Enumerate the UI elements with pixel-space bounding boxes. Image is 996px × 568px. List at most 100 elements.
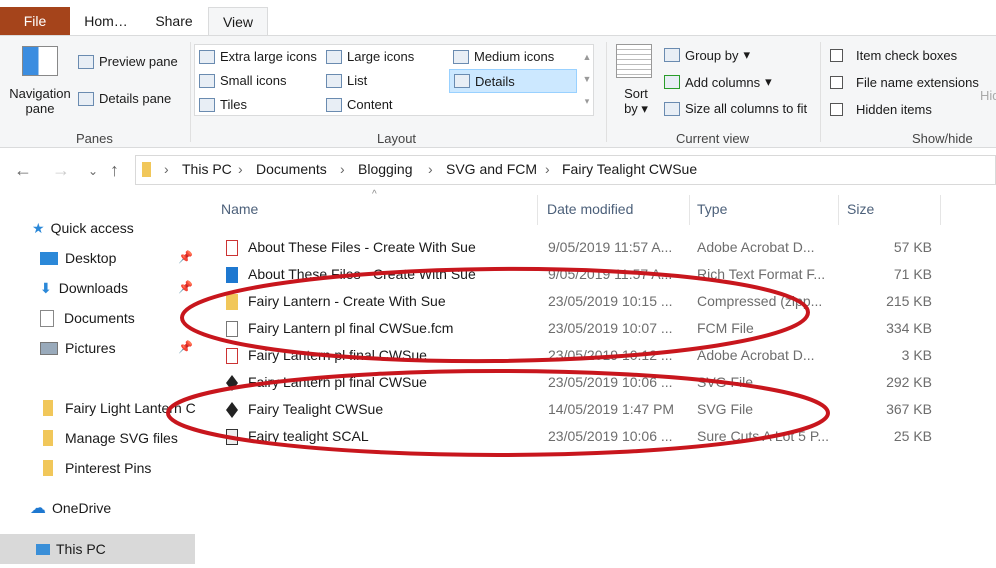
file-size: 3 KB <box>901 347 932 363</box>
tab-file[interactable]: File <box>0 7 70 35</box>
label: Fairy Light Lantern C <box>65 400 196 416</box>
navigation-pane-label: Navigation <box>9 86 71 101</box>
file-row[interactable]: About These Files - Create With Sue 9/05… <box>222 235 942 262</box>
label: Size all columns to fit <box>685 101 808 116</box>
file-row[interactable]: Fairy Lantern pl final CWSue 23/05/2019 … <box>222 343 942 370</box>
column-header-date[interactable]: Date modified <box>547 201 633 217</box>
file-size: 71 KB <box>893 266 932 282</box>
sidebar-item-pictures[interactable]: Pictures <box>40 335 116 361</box>
label: Item check boxes <box>856 48 958 63</box>
file-date: 9/05/2019 11:57 A... <box>548 239 673 255</box>
sidebar-item-documents[interactable]: Documents <box>40 305 135 331</box>
file-name: About These Files - Create With Sue <box>248 239 476 255</box>
label: Add columns <box>685 74 761 90</box>
file-row[interactable]: About These Files - Create With Sue 9/05… <box>222 262 942 289</box>
panes-group-label: Panes <box>76 131 113 146</box>
breadcrumb-item[interactable]: Documents <box>256 161 327 177</box>
forward-icon[interactable]: → <box>52 160 70 181</box>
add-columns-button[interactable]: Add columns ▾ <box>664 74 772 90</box>
hidden-items[interactable]: Hidden items <box>830 102 932 117</box>
details-pane-icon <box>78 91 94 106</box>
layout-list[interactable]: List <box>326 73 367 88</box>
list-icon <box>326 73 342 88</box>
file-name-extensions[interactable]: File name extensions <box>830 75 979 90</box>
documents-icon <box>40 309 54 327</box>
details-icon <box>454 74 470 88</box>
sidebar-item-this-pc[interactable]: This PC <box>0 534 195 564</box>
file-type: Adobe Acrobat D... <box>697 347 815 363</box>
sidebar-item-folder[interactable]: Manage SVG files <box>43 425 178 451</box>
layout-tiles[interactable]: Tiles <box>199 97 247 112</box>
sidebar-item-onedrive[interactable]: ☁ OneDrive <box>30 495 111 521</box>
pin-icon[interactable]: 📌 <box>178 250 193 264</box>
file-type: SVG File <box>697 374 754 390</box>
layout-medium-icons[interactable]: Medium icons <box>453 49 554 64</box>
tab-share[interactable]: Share <box>142 7 206 35</box>
navigation-pane-button[interactable]: Navigation pane <box>8 46 72 116</box>
sort-ascending-icon: ^ <box>372 189 377 200</box>
file-row[interactable]: Fairy Tealight CWSue 14/05/2019 1:47 PM … <box>222 397 942 424</box>
breadcrumb-item[interactable]: Blogging <box>358 161 413 177</box>
tab-home[interactable]: Hom… <box>72 7 140 35</box>
svg-icon <box>226 402 238 418</box>
pin-icon[interactable]: 📌 <box>178 340 193 354</box>
column-header-name[interactable]: Name <box>221 201 258 217</box>
sort-label2: by ▾ <box>624 101 648 116</box>
file-name: Fairy Lantern pl final CWSue <box>248 347 427 363</box>
pin-icon[interactable]: 📌 <box>178 280 193 294</box>
checkbox[interactable] <box>830 49 843 62</box>
sidebar-item-quick-access[interactable]: ★ Quick access <box>32 215 134 241</box>
file-name: Fairy Tealight CWSue <box>248 401 384 417</box>
file-size: 367 KB <box>886 401 932 417</box>
sidebar-item-downloads[interactable]: ⬇ Downloads <box>40 275 128 301</box>
size-all-columns-button[interactable]: Size all columns to fit <box>664 101 807 116</box>
sidebar-item-desktop[interactable]: Desktop <box>40 245 116 271</box>
checkbox[interactable] <box>830 103 843 116</box>
file-type: Sure Cuts A Lot 5 P... <box>697 428 830 444</box>
breadcrumb-item[interactable]: Fairy Tealight CWSue <box>562 161 697 177</box>
layout-large-icons[interactable]: Large icons <box>326 49 414 64</box>
layout-small-icons[interactable]: Small icons <box>199 73 286 88</box>
file-row[interactable]: Fairy Lantern pl final CWSue.fcm 23/05/2… <box>222 316 942 343</box>
layout-details[interactable]: Details <box>449 69 577 93</box>
breadcrumb-item[interactable]: This PC <box>182 161 232 177</box>
file-date: 23/05/2019 10:12 ... <box>548 347 673 363</box>
sidebar-item-folder[interactable]: Fairy Light Lantern C <box>43 395 196 421</box>
sort-icon <box>616 44 652 78</box>
file-row[interactable]: Fairy Lantern - Create With Sue 23/05/20… <box>222 289 942 316</box>
large-icons-icon <box>326 49 342 64</box>
file-type: Adobe Acrobat D... <box>697 239 815 255</box>
extra-large-icons-icon <box>199 49 215 64</box>
hide-selected-button[interactable]: Hid <box>980 88 996 103</box>
file-size: 57 KB <box>893 239 932 255</box>
file-row[interactable]: Fairy Lantern pl final CWSue 23/05/2019 … <box>222 370 942 397</box>
layout-content[interactable]: Content <box>326 97 393 112</box>
sidebar-item-folder[interactable]: Pinterest Pins <box>43 455 151 481</box>
label: Pinterest Pins <box>65 460 152 476</box>
item-check-boxes[interactable]: Item check boxes <box>830 48 957 63</box>
zip-icon <box>226 294 238 310</box>
tab-view[interactable]: View <box>208 7 268 36</box>
column-header-type[interactable]: Type <box>697 201 727 217</box>
layout-extra-large-icons[interactable]: Extra large icons <box>199 49 317 64</box>
group-by-button[interactable]: Group by ▾ <box>664 47 750 63</box>
file-size: 292 KB <box>886 374 932 390</box>
breadcrumb-item[interactable]: SVG and FCM <box>446 161 537 177</box>
label: OneDrive <box>52 500 112 516</box>
file-row[interactable]: Fairy tealight SCAL 23/05/2019 10:06 ...… <box>222 424 942 451</box>
details-pane-button[interactable]: Details pane <box>78 91 171 106</box>
navigation-pane-icon <box>22 46 58 76</box>
checkbox[interactable] <box>830 76 843 89</box>
sort-by-button[interactable]: Sort by ▾ <box>616 44 656 117</box>
preview-pane-button[interactable]: Preview pane <box>78 54 178 69</box>
column-header-size[interactable]: Size <box>847 201 874 217</box>
preview-pane-label: Preview pane <box>99 54 178 69</box>
up-icon[interactable]: ↑ <box>110 160 119 181</box>
file-date: 23/05/2019 10:07 ... <box>548 320 673 336</box>
recent-locations-icon[interactable]: ⌄ <box>88 164 98 178</box>
content-icon <box>326 97 342 112</box>
layout-scroll[interactable]: ▲ ▼ ▾ <box>580 46 594 112</box>
file-size: 25 KB <box>893 428 932 444</box>
back-icon[interactable]: ← <box>14 160 32 181</box>
folder-icon <box>43 460 53 476</box>
